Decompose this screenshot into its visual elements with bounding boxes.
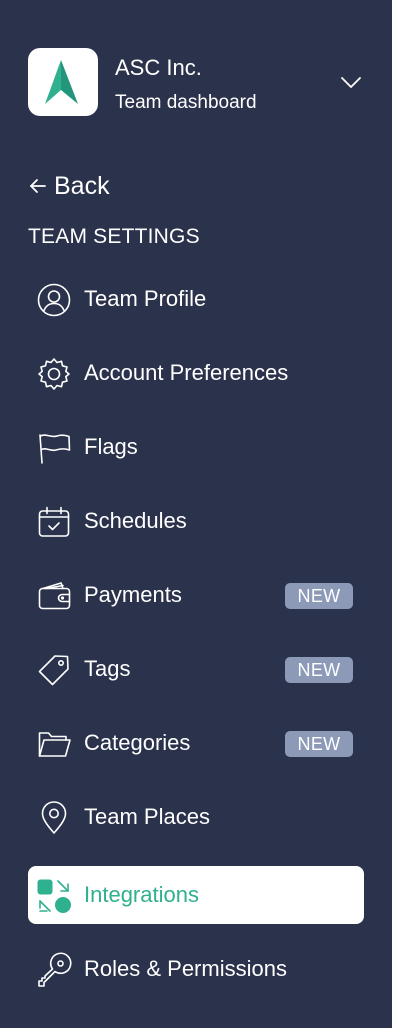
nav-item-label: Tags: [84, 656, 131, 681]
nav-item-label: Team Places: [84, 804, 210, 829]
team-logo: [28, 48, 98, 116]
nav-item-label: Payments: [84, 582, 182, 607]
section-title: TEAM SETTINGS: [28, 225, 200, 248]
nav-item-label: Flags: [84, 434, 138, 459]
nav-item-flags[interactable]: Flags: [28, 418, 364, 476]
new-badge: NEW: [285, 731, 353, 757]
nav-item-team-places[interactable]: Team Places: [28, 788, 364, 846]
nav-item-label: Schedules: [84, 508, 187, 533]
calendar-check-icon: [36, 504, 72, 540]
nav-item-team-profile[interactable]: Team Profile: [28, 270, 364, 328]
tag-icon: [36, 652, 72, 688]
arrow-left-icon: [30, 179, 46, 193]
nav-item-label: Integrations: [84, 882, 199, 907]
nav-item-label: Categories: [84, 730, 191, 755]
folder-icon: [36, 726, 72, 762]
chevron-down-icon[interactable]: [338, 70, 364, 94]
back-link[interactable]: Back: [28, 170, 110, 202]
map-pin-icon: [36, 800, 72, 836]
nav-item-categories[interactable]: Categories NEW: [28, 714, 364, 772]
new-badge: NEW: [285, 583, 353, 609]
flag-icon: [36, 430, 72, 466]
nav-item-label: Account Preferences: [84, 360, 289, 385]
new-badge: NEW: [285, 657, 353, 683]
team-name: ASC Inc.: [115, 55, 202, 80]
key-icon: [36, 952, 72, 988]
wallet-icon: [36, 578, 72, 614]
nav-item-payments[interactable]: Payments NEW: [28, 566, 364, 624]
nav-item-integrations[interactable]: Integrations: [28, 866, 364, 924]
back-label: Back: [54, 172, 110, 200]
settings-sidebar: ASC Inc. Team dashboard Back TEAM SETTIN…: [0, 0, 392, 1028]
team-switcher[interactable]: ASC Inc. Team dashboard: [28, 48, 368, 116]
user-circle-icon: [36, 282, 72, 318]
gear-icon: [36, 356, 72, 392]
team-logo-icon: [45, 60, 78, 104]
nav-item-label: Team Profile: [84, 286, 207, 311]
integrations-icon: [36, 878, 72, 914]
nav-item-schedules[interactable]: Schedules: [28, 492, 364, 550]
nav-item-tags[interactable]: Tags NEW: [28, 640, 364, 698]
nav-item-account-preferences[interactable]: Account Preferences: [28, 344, 364, 402]
team-subtitle: Team dashboard: [115, 92, 257, 113]
nav-item-roles-permissions[interactable]: Roles & Permissions: [28, 940, 364, 998]
nav-item-label: Roles & Permissions: [84, 956, 287, 981]
